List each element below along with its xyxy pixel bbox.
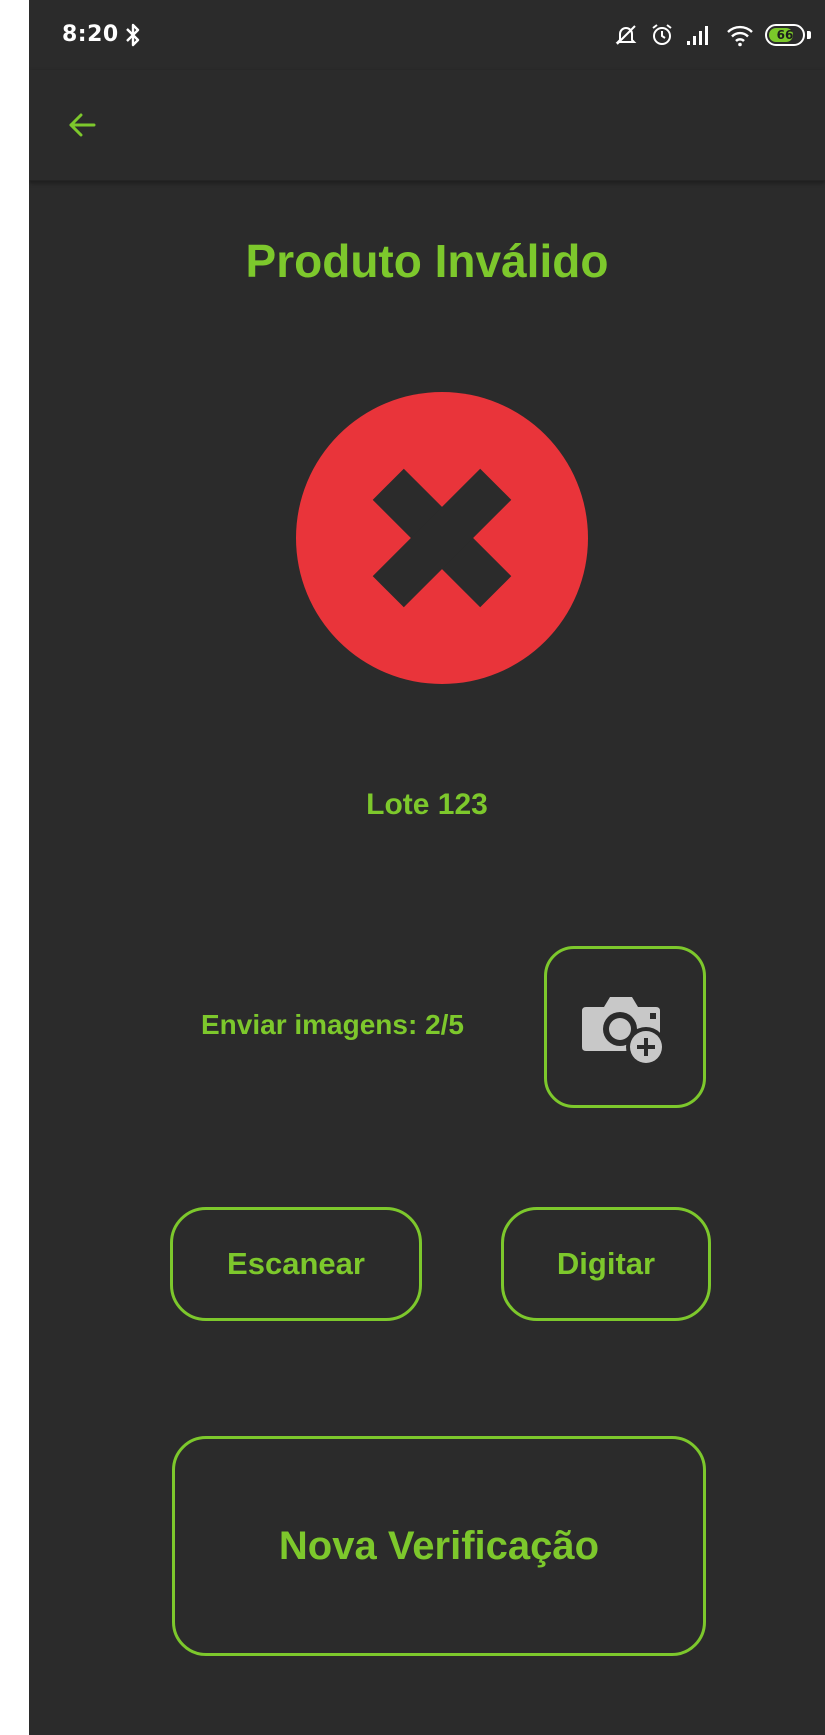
bluetooth-icon (126, 23, 140, 47)
page-title: Produto Inválido (245, 235, 609, 287)
add-photo-button[interactable] (544, 946, 706, 1108)
arrow-left-icon (69, 113, 96, 137)
signal-icon (687, 26, 708, 45)
app-bar (29, 70, 825, 181)
alarm-icon (652, 24, 672, 45)
upload-images-label: Enviar imagens: 2/5 (201, 1009, 465, 1040)
add-photo-camera-icon (582, 997, 666, 1067)
back-button[interactable] (57, 100, 107, 150)
battery-level: 66 (776, 28, 794, 42)
status-bar: 8:20 66 (29, 0, 825, 70)
lot-label: Lote 123 (366, 788, 488, 821)
mute-icon (615, 25, 637, 45)
status-time: 8:20 (62, 22, 119, 47)
error-x-circle-icon (296, 392, 588, 684)
wifi-icon (727, 25, 753, 47)
type-code-button[interactable]: Digitar (501, 1207, 711, 1321)
status-icons: 66 (613, 20, 811, 50)
scan-button[interactable]: Escanear (170, 1207, 422, 1321)
app-screen: 8:20 66 Produto Inválido Lote 123 Enviar… (29, 0, 825, 1735)
battery-icon: 66 (765, 24, 811, 46)
new-verification-button[interactable]: Nova Verificação (172, 1436, 706, 1656)
